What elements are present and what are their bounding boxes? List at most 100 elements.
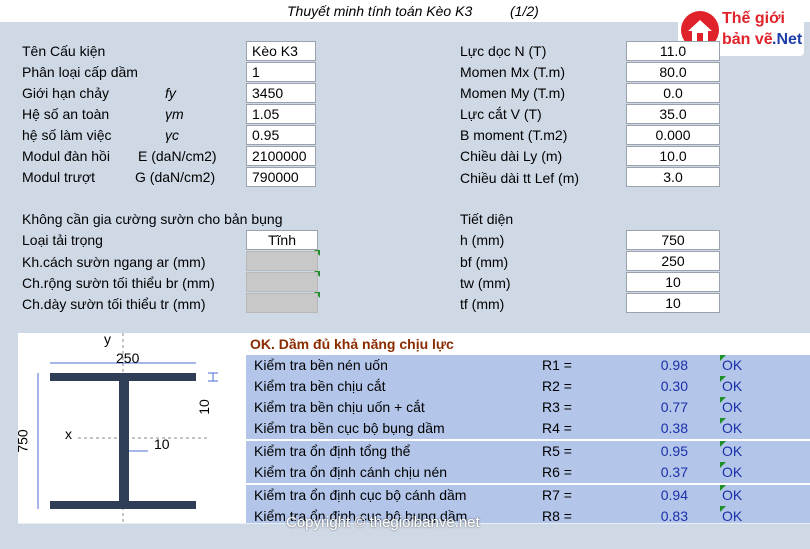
stiffener-thickness-field xyxy=(246,293,318,313)
check-value: 0.30 xyxy=(660,378,688,394)
force-label: Momen My (T.m) xyxy=(460,85,565,101)
check-key: R3 = xyxy=(542,399,572,415)
flange-width-dim: 250 xyxy=(116,350,140,366)
shear-modulus-input[interactable]: 790000 xyxy=(246,167,316,187)
param-label: Giới hạn chảy xyxy=(22,85,110,101)
force-label: Lực cắt V (T) xyxy=(460,106,542,122)
stiffener-spacing-field xyxy=(246,251,318,271)
check-row: Kiểm tra ổn định cánh chịu nén R6 = 0.37… xyxy=(246,462,810,483)
force-label: Chiều dài tt Lef (m) xyxy=(460,170,580,186)
param-label: Phân loại cấp dầm xyxy=(22,64,138,80)
check-row: Kiểm tra bền chịu uốn + cắt R3 = 0.77 OK xyxy=(246,397,810,418)
copyright-watermark: Copyright © thegioibanve.net xyxy=(286,514,480,531)
logo-suffix: .Net xyxy=(772,31,803,48)
check-status: OK xyxy=(722,357,743,373)
stiffener-width-field xyxy=(246,272,318,292)
stiffener-label: Ch.rộng sườn tối thiểu br (mm) xyxy=(22,275,215,291)
check-status: OK xyxy=(722,378,743,394)
check-status: OK xyxy=(722,464,743,480)
moment-mx-input[interactable]: 80.0 xyxy=(626,62,720,82)
param-label: Tên Cấu kiện xyxy=(22,43,106,59)
section-label: tf (mm) xyxy=(460,296,505,312)
section-label: tw (mm) xyxy=(460,275,511,291)
section-figure: y x 250 750 10 10 xyxy=(14,331,246,523)
param-label: Modul đàn hồi xyxy=(22,148,110,164)
component-name-input[interactable]: Kèo K3 xyxy=(246,41,316,61)
force-label: B moment (T.m2) xyxy=(460,127,568,143)
param-label: Modul trượt xyxy=(22,169,96,185)
check-name: Kiểm tra ổn định tổng thể xyxy=(254,443,411,459)
effective-length-input[interactable]: 3.0 xyxy=(626,167,720,187)
check-key: R7 = xyxy=(542,487,572,503)
check-name: Kiểm tra bền chịu cắt xyxy=(254,378,386,394)
check-key: R8 = xyxy=(542,508,572,524)
stiffener-label: Ch.dày sườn tối thiểu tr (mm) xyxy=(22,296,206,312)
y-axis-label: y xyxy=(104,331,111,347)
web-thickness-input[interactable]: 10 xyxy=(626,272,720,292)
section-label: bf (mm) xyxy=(460,254,509,270)
elastic-modulus-input[interactable]: 2100000 xyxy=(246,146,316,166)
check-status: OK xyxy=(722,508,743,524)
param-symbol: E (daN/cm2) xyxy=(138,148,217,164)
section-height-input[interactable]: 750 xyxy=(626,230,720,250)
check-name: Kiểm tra bền nén uốn xyxy=(254,357,388,373)
check-name: Kiểm tra bền chịu uốn + cắt xyxy=(254,399,425,415)
shear-force-input[interactable]: 35.0 xyxy=(626,104,720,124)
check-value: 0.83 xyxy=(660,508,688,524)
force-label: Momen Mx (T.m) xyxy=(460,64,565,80)
param-symbol: γc xyxy=(165,127,179,143)
page-indicator: (1/2) xyxy=(510,3,539,19)
report-title: Thuyết minh tính toán Kèo K3 xyxy=(287,3,473,19)
force-label: Lực dọc N (T) xyxy=(460,43,547,59)
bimoment-input[interactable]: 0.000 xyxy=(626,125,720,145)
force-label: Chiều dài Ly (m) xyxy=(460,148,563,164)
height-dim: 750 xyxy=(14,429,31,453)
flange-thickness-input[interactable]: 10 xyxy=(626,293,720,313)
check-name: Kiểm tra ổn định cánh chịu nén xyxy=(254,464,448,480)
stiffener-heading: Không cần gia cường sườn cho bản bụng xyxy=(22,211,283,227)
safety-factor-input[interactable]: 1.05 xyxy=(246,104,316,124)
check-row: Kiểm tra bền cục bộ bụng dầm R4 = 0.38 O… xyxy=(246,418,810,439)
flange-thickness-dim: 10 xyxy=(195,399,212,415)
logo-line2: bản vẽ xyxy=(722,31,773,48)
section-heading: Tiết diện xyxy=(460,211,514,227)
length-input[interactable]: 10.0 xyxy=(626,146,720,166)
check-value: 0.94 xyxy=(660,487,688,503)
result-message: OK. Dầm đủ khả năng chịu lực xyxy=(250,336,454,352)
check-value: 0.77 xyxy=(660,399,688,415)
axial-force-input[interactable]: 11.0 xyxy=(626,41,720,61)
beam-class-input[interactable]: 1 xyxy=(246,62,316,82)
stiffener-label: Kh.cách sườn ngang ar (mm) xyxy=(22,254,206,270)
check-row: Kiểm tra bền chịu cắt R2 = 0.30 OK xyxy=(246,376,810,397)
check-key: R6 = xyxy=(542,464,572,480)
param-label: hệ số làm việc xyxy=(22,127,112,143)
check-value: 0.98 xyxy=(660,357,688,373)
check-value: 0.95 xyxy=(660,443,688,459)
check-row: Kiểm tra ổn định tổng thể R5 = 0.95 OK xyxy=(246,441,810,462)
check-row: Kiểm tra ổn định cục bộ cánh dầm R7 = 0.… xyxy=(246,485,810,506)
check-name: Kiểm tra ổn định cục bộ cánh dầm xyxy=(254,487,467,503)
check-key: R5 = xyxy=(542,443,572,459)
check-status: OK xyxy=(722,399,743,415)
check-value: 0.37 xyxy=(660,464,688,480)
web-thickness-dim: 10 xyxy=(154,436,170,452)
load-type-select[interactable]: Tĩnh xyxy=(246,230,318,250)
check-value: 0.38 xyxy=(660,420,688,436)
section-label: h (mm) xyxy=(460,232,505,248)
param-symbol: γm xyxy=(165,106,184,122)
check-status: OK xyxy=(722,443,743,459)
moment-my-input[interactable]: 0.0 xyxy=(626,83,720,103)
param-symbol: fy xyxy=(165,85,176,101)
check-name: Kiểm tra bền cục bộ bụng dầm xyxy=(254,420,445,436)
check-row: Kiểm tra bền nén uốn R1 = 0.98 OK xyxy=(246,355,810,376)
yield-strength-input[interactable]: 3450 xyxy=(246,83,316,103)
logo-line1: Thế giới xyxy=(722,10,785,27)
param-symbol: G (daN/cm2) xyxy=(135,169,216,185)
param-label: Hệ số an toàn xyxy=(22,106,110,122)
work-factor-input[interactable]: 0.95 xyxy=(246,125,316,145)
check-key: R1 = xyxy=(542,357,572,373)
check-status: OK xyxy=(722,420,743,436)
check-key: R2 = xyxy=(542,378,572,394)
flange-width-input[interactable]: 250 xyxy=(626,251,720,271)
load-type-label: Loại tải trọng xyxy=(22,232,103,248)
